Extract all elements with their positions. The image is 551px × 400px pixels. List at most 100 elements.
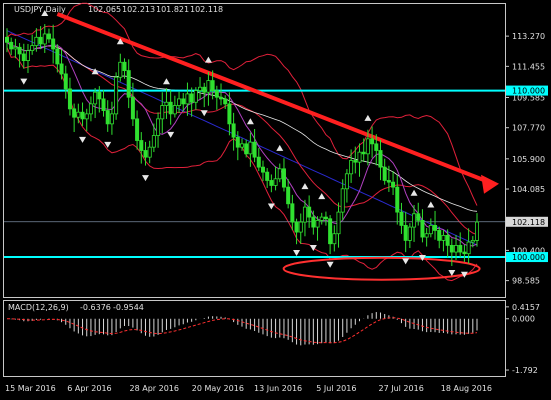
ohlc-close: 102.118 <box>190 5 223 14</box>
candle <box>9 41 14 50</box>
bollinger-lower <box>6 47 478 282</box>
candle <box>227 103 232 125</box>
candle <box>378 150 383 168</box>
price-label: 100.000 <box>512 253 545 262</box>
fractal-down-marker <box>200 110 208 117</box>
candle <box>93 91 98 105</box>
ohlc-high: 102.213 <box>122 5 155 14</box>
candle <box>80 111 85 120</box>
candle <box>13 46 18 50</box>
candle <box>164 101 169 106</box>
ma-white-line <box>6 41 478 212</box>
candle <box>168 101 173 115</box>
candle <box>177 98 182 106</box>
ohlc-open: 102.065 <box>88 5 121 14</box>
candle <box>315 220 320 228</box>
candle <box>235 136 240 148</box>
fractal-down-marker <box>402 258 410 265</box>
fractal-down-marker <box>141 175 149 182</box>
candle <box>151 135 156 148</box>
candle <box>311 216 316 228</box>
candle <box>466 241 471 255</box>
candle <box>210 80 215 91</box>
candle <box>84 113 89 120</box>
candle <box>46 33 51 40</box>
price-tick-label: 111.455 <box>512 62 545 71</box>
price-tick-label: 98.585 <box>512 277 540 286</box>
candle <box>437 230 442 241</box>
candle <box>248 141 253 155</box>
candle <box>38 36 43 45</box>
candle <box>307 206 312 218</box>
candle <box>365 138 370 155</box>
candle <box>21 53 26 62</box>
candle <box>160 105 165 120</box>
candle <box>336 211 341 235</box>
macd-tick-label: 0.4157 <box>512 303 540 312</box>
ma-long-line <box>6 30 478 246</box>
candle <box>181 98 186 105</box>
candle <box>290 203 295 223</box>
macd-plot: 0.4157 0.000 -1.792 <box>6 303 540 375</box>
macd-signal-line <box>6 317 478 344</box>
fractal-up-marker <box>301 183 309 190</box>
candle <box>244 143 249 155</box>
candle <box>30 45 35 52</box>
candle <box>118 61 123 78</box>
candle <box>416 213 421 221</box>
candle <box>386 180 391 183</box>
fractal-up-marker <box>162 78 170 85</box>
candle <box>42 33 47 45</box>
fractal-down-marker <box>326 261 334 268</box>
candle <box>412 213 417 228</box>
fractal-down-marker <box>20 78 28 85</box>
support-ellipse <box>282 256 481 281</box>
candle <box>130 96 135 120</box>
fractal-down-marker <box>79 136 87 143</box>
candle <box>328 218 333 245</box>
candle <box>470 239 475 243</box>
chart-title: USDJPY,Daily <box>14 5 66 14</box>
candle <box>424 233 429 238</box>
candle <box>382 166 387 181</box>
candle <box>281 168 286 188</box>
price-tick-label: 105.900 <box>512 155 545 164</box>
date-label: 15 Mar 2016 <box>5 384 56 393</box>
candle <box>407 226 412 241</box>
candle <box>5 36 10 43</box>
candle <box>323 216 328 220</box>
candle <box>273 178 278 186</box>
price-tick-label: 107.770 <box>512 124 545 133</box>
candle <box>63 73 68 90</box>
signal-value: -0.9544 <box>113 303 144 312</box>
fractal-up-marker <box>246 118 254 125</box>
candle <box>361 151 366 155</box>
price-axis: 113.270111.455109.585107.770105.900104.0… <box>505 32 548 286</box>
price-tick-label: 113.270 <box>512 32 545 41</box>
price-label: 102.118 <box>512 218 545 227</box>
candle <box>223 98 228 105</box>
candle <box>462 251 467 255</box>
macd-value: -0.6376 <box>80 303 111 312</box>
fractal-up-marker <box>364 114 372 121</box>
candle <box>101 98 106 111</box>
candle <box>126 70 131 98</box>
candle <box>202 86 207 93</box>
candle <box>67 88 72 110</box>
candle <box>51 38 56 50</box>
bollinger-upper <box>6 2 478 206</box>
candle <box>139 140 144 151</box>
candle <box>105 110 110 125</box>
date-label: 27 Jul 2016 <box>379 384 424 393</box>
candle <box>420 220 425 238</box>
candle <box>357 151 362 163</box>
candle <box>391 181 396 188</box>
fractal-up-marker <box>204 56 212 63</box>
date-label: 13 Jun 2016 <box>254 384 302 393</box>
candle <box>399 211 404 226</box>
candle <box>147 146 152 158</box>
candle <box>458 244 463 253</box>
candle <box>349 160 354 175</box>
ohlc-low: 101.821 <box>156 5 189 14</box>
macd-title: MACD(12,26,9) <box>8 303 69 312</box>
